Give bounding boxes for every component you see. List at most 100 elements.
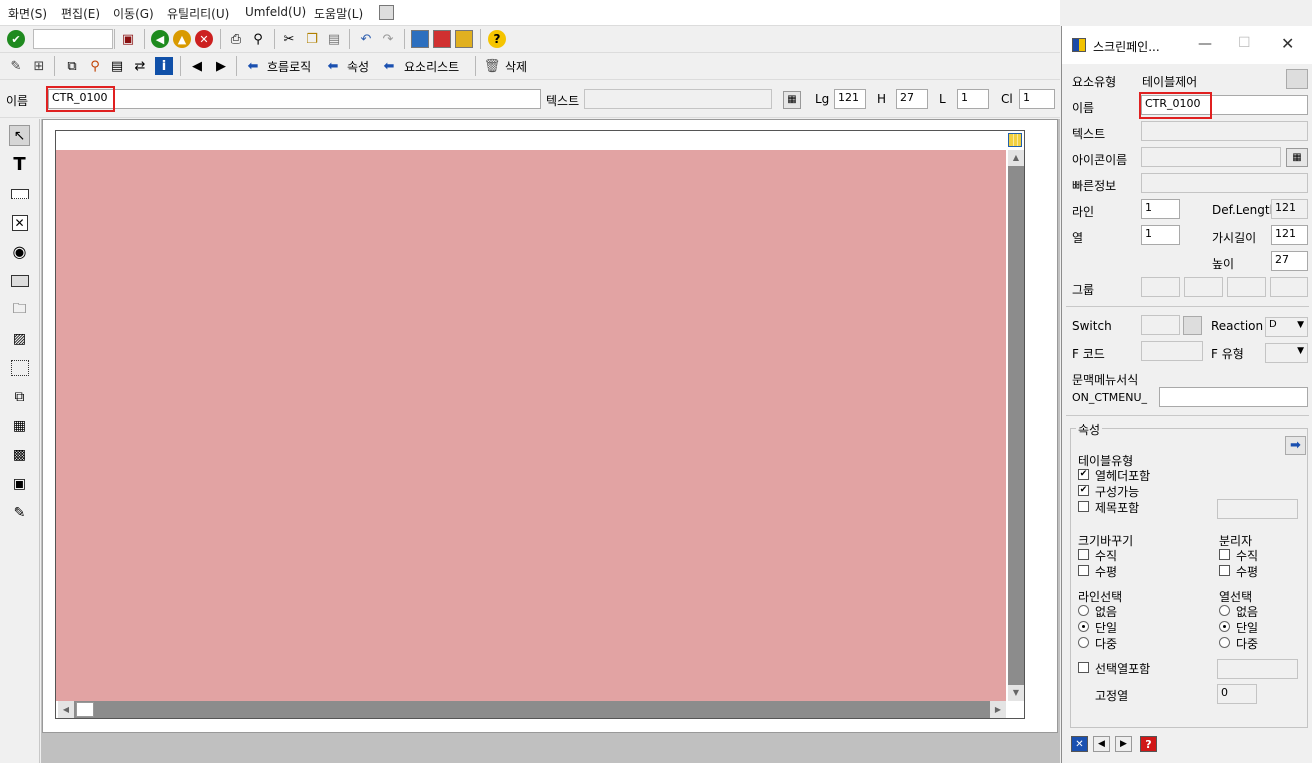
- layout-menu-icon[interactable]: [379, 5, 394, 20]
- element-list-button[interactable]: 요소리스트: [404, 58, 459, 75]
- command-field[interactable]: [33, 29, 113, 49]
- cancel-icon[interactable]: ✕: [195, 30, 213, 48]
- table-control-icon[interactable]: ▦: [9, 415, 30, 436]
- table-control[interactable]: ▲ ▼ ◀ ▶: [55, 130, 1025, 719]
- switch-input[interactable]: [1141, 315, 1180, 335]
- copy-icon[interactable]: ❐: [303, 30, 321, 48]
- hierarchy-icon[interactable]: ⧉: [63, 57, 81, 75]
- icon-name-input[interactable]: [1141, 147, 1281, 167]
- back-icon[interactable]: ◀: [151, 30, 169, 48]
- exit-icon[interactable]: ▲: [173, 30, 191, 48]
- print-icon[interactable]: ⎙: [227, 30, 245, 48]
- layout-icon-2[interactable]: [433, 30, 451, 48]
- sel-col-incl-input[interactable]: [1217, 659, 1298, 679]
- sep-vertical-checkbox[interactable]: [1219, 549, 1230, 560]
- panel-prev-icon[interactable]: ◀: [1093, 736, 1110, 752]
- undo-icon[interactable]: ↶: [357, 30, 375, 48]
- scroll-left-icon[interactable]: ◀: [58, 701, 74, 718]
- fixed-col-input[interactable]: 0: [1217, 684, 1257, 704]
- close-icon[interactable]: ✕: [1281, 34, 1294, 53]
- sep-horizontal-checkbox[interactable]: [1219, 565, 1230, 576]
- line-input[interactable]: 1: [1141, 199, 1180, 219]
- subscreen-icon[interactable]: ⧉: [9, 386, 30, 407]
- menu-environment[interactable]: Umfeld(U): [245, 5, 306, 19]
- flow-logic-icon[interactable]: ⬅: [244, 57, 262, 75]
- title-incl-input[interactable]: [1217, 499, 1298, 519]
- quickinfo-input[interactable]: [1141, 173, 1308, 193]
- checkbox-icon[interactable]: ✕: [9, 212, 30, 233]
- trash-icon[interactable]: 🗑: [483, 57, 501, 75]
- h-input[interactable]: 27: [896, 89, 928, 109]
- fcode-input[interactable]: [1141, 341, 1203, 361]
- vislen-input[interactable]: 121: [1271, 225, 1308, 245]
- menu-help[interactable]: 도움말(L): [314, 5, 363, 22]
- element-list-icon[interactable]: ⬅: [380, 57, 398, 75]
- vertical-scrollbar[interactable]: ▲ ▼: [1008, 150, 1024, 701]
- text-field-icon[interactable]: T: [9, 154, 30, 175]
- layout-icon-1[interactable]: [411, 30, 429, 48]
- radio-icon[interactable]: ◉: [9, 241, 30, 262]
- minimize-icon[interactable]: —: [1198, 36, 1212, 52]
- resize-horizontal-checkbox[interactable]: [1078, 565, 1089, 576]
- element-type-icon[interactable]: [1286, 69, 1308, 89]
- group-input-3[interactable]: [1227, 277, 1266, 297]
- scroll-up-icon[interactable]: ▲: [1008, 150, 1024, 166]
- panel-next-icon[interactable]: ▶: [1115, 736, 1132, 752]
- box-icon[interactable]: [9, 357, 30, 378]
- height-input[interactable]: 27: [1271, 251, 1308, 271]
- col-header-checkbox[interactable]: ✔: [1078, 469, 1089, 480]
- col-sel-single-radio[interactable]: [1219, 621, 1230, 632]
- ctx-menu-input[interactable]: [1159, 387, 1308, 407]
- col-sel-multi-radio[interactable]: [1219, 637, 1230, 648]
- next-icon[interactable]: ▶: [212, 57, 230, 75]
- line-sel-none-radio[interactable]: [1078, 605, 1089, 616]
- deflen-input[interactable]: 121: [1271, 199, 1308, 219]
- tabstrip-wizard-icon[interactable]: ▨: [9, 328, 30, 349]
- cut-icon[interactable]: ✂: [280, 30, 298, 48]
- panel-help-icon[interactable]: ?: [1140, 736, 1157, 752]
- col-input[interactable]: 1: [1141, 225, 1180, 245]
- status-icon[interactable]: ✎: [9, 502, 30, 523]
- enter-icon[interactable]: ✔: [7, 30, 25, 48]
- menu-screen[interactable]: 화면(S): [8, 5, 47, 22]
- icon-list-icon[interactable]: ▦: [1286, 148, 1308, 167]
- resize-vertical-checkbox[interactable]: [1078, 549, 1089, 560]
- cl-input[interactable]: 1: [1019, 89, 1055, 109]
- group-input-2[interactable]: [1184, 277, 1223, 297]
- input-field-icon[interactable]: [9, 183, 30, 204]
- menu-goto[interactable]: 이동(G): [113, 5, 154, 22]
- l-input[interactable]: 1: [957, 89, 989, 109]
- scroll-down-icon[interactable]: ▼: [1008, 685, 1024, 701]
- group-input-1[interactable]: [1141, 277, 1180, 297]
- text-input[interactable]: [584, 89, 772, 109]
- group-input-4[interactable]: [1270, 277, 1308, 297]
- redo-icon[interactable]: ↷: [379, 30, 397, 48]
- attributes-button[interactable]: 속성: [347, 58, 369, 75]
- pointer-icon[interactable]: ↖: [9, 125, 30, 146]
- name-input[interactable]: CTR_0100: [48, 89, 541, 109]
- menu-utilities[interactable]: 유틸리티(U): [167, 5, 229, 22]
- prev-icon[interactable]: ◀: [188, 57, 206, 75]
- attributes-icon[interactable]: ⬅: [324, 57, 342, 75]
- flow-logic-button[interactable]: 흐름로직: [267, 58, 311, 75]
- line-sel-single-radio[interactable]: [1078, 621, 1089, 632]
- toggle-icon[interactable]: ✎: [7, 57, 25, 75]
- title-incl-checkbox[interactable]: [1078, 501, 1089, 512]
- save-icon[interactable]: ▣: [119, 30, 137, 48]
- delete-button[interactable]: 삭제: [505, 58, 527, 75]
- table-wizard-icon[interactable]: ▩: [9, 444, 30, 465]
- maximize-icon[interactable]: ☐: [1238, 35, 1251, 51]
- switch-icon[interactable]: [1183, 316, 1202, 335]
- menu-edit[interactable]: 편집(E): [61, 5, 100, 22]
- custom-control-icon[interactable]: ▣: [9, 473, 30, 494]
- configurable-checkbox[interactable]: ✔: [1078, 485, 1089, 496]
- layout-editor-icon[interactable]: ▤: [108, 57, 126, 75]
- scroll-thumb[interactable]: [76, 702, 94, 717]
- scroll-right-icon[interactable]: ▶: [990, 701, 1006, 718]
- dictionary-icon[interactable]: ⇄: [131, 57, 149, 75]
- paste-icon[interactable]: ▤: [325, 30, 343, 48]
- sel-col-incl-checkbox[interactable]: [1078, 662, 1089, 673]
- lg-input[interactable]: 121: [834, 89, 866, 109]
- panel-text-input[interactable]: [1141, 121, 1308, 141]
- help-icon[interactable]: ?: [488, 30, 506, 48]
